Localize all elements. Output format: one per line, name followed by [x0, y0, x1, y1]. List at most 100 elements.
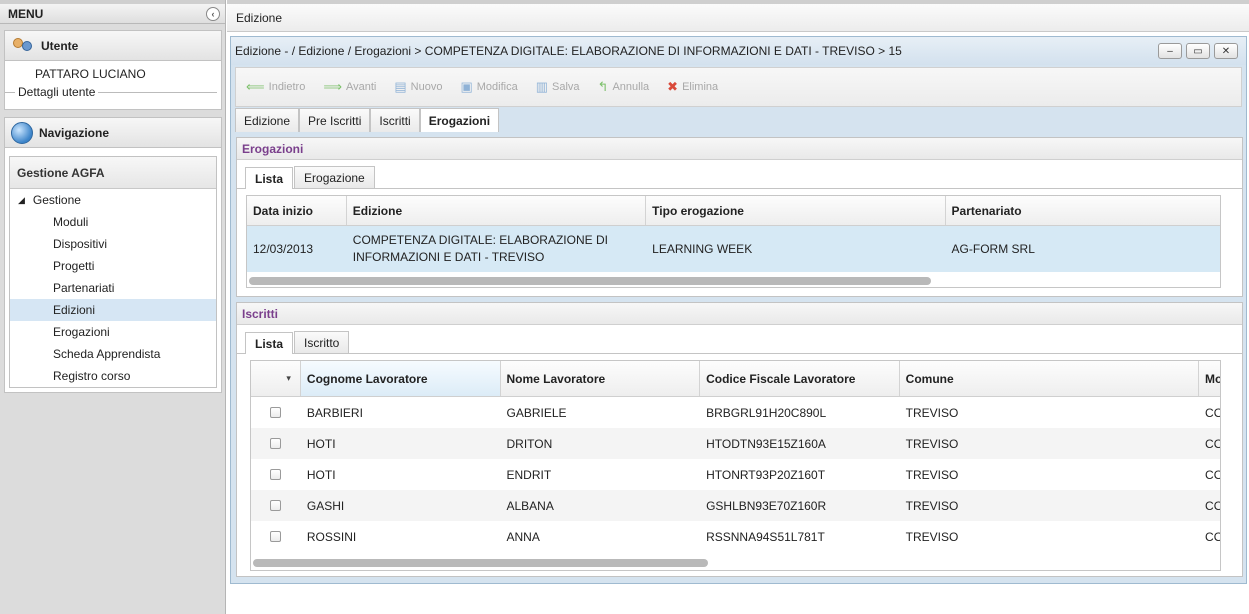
cell-cognome: HOTI: [306, 467, 336, 482]
col-cognome[interactable]: Cognome Lavoratore: [300, 361, 501, 396]
row-checkbox[interactable]: [270, 407, 282, 418]
navigation-panel-header[interactable]: Navigazione: [5, 118, 221, 148]
erogazioni-grid: Data inizio Edizione Tipo erogazione Par…: [246, 195, 1221, 288]
erogazioni-grid-header: Data inizio Edizione Tipo erogazione Par…: [247, 196, 1220, 226]
tree-item-scheda-apprendista[interactable]: Scheda Apprendista: [10, 343, 216, 365]
row-checkbox[interactable]: [270, 438, 282, 449]
minimize-button[interactable]: –: [1158, 43, 1182, 59]
expand-triangle-icon[interactable]: ◢: [18, 195, 25, 206]
arrow-left-icon: ⟸: [246, 79, 265, 94]
erogazioni-subtabs: Lista Erogazione: [237, 160, 1242, 189]
col-codice-fiscale[interactable]: Codice Fiscale Lavoratore: [700, 361, 900, 396]
cell-data-inizio: 12/03/2013: [253, 242, 314, 256]
nav-group-title: Gestione AGFA: [10, 157, 216, 189]
close-button[interactable]: ✕: [1214, 43, 1238, 59]
cell-extra: CO: [1205, 498, 1220, 513]
cell-comune: TREVISO: [905, 529, 959, 544]
tab-erogazioni[interactable]: Erogazioni: [419, 108, 500, 132]
tab-edizione-detail[interactable]: Edizione: [235, 108, 300, 132]
horizontal-scrollbar[interactable]: [253, 559, 708, 567]
row-checkbox[interactable]: [270, 531, 282, 542]
cell-edizione: COMPETENZA DIGITALE: ELABORAZIONE DI INF…: [347, 226, 646, 272]
save-button[interactable]: ▥ Salva: [536, 79, 580, 95]
user-panel: Utente PATTARO LUCIANO Dettagli utente: [4, 30, 222, 110]
col-partenariato[interactable]: Partenariato: [946, 196, 1220, 225]
collapse-icon[interactable]: ‹: [206, 6, 220, 21]
user-details-link[interactable]: Dettagli utente: [18, 85, 95, 99]
tree-node-gestione[interactable]: ◢ Gestione: [10, 189, 216, 211]
tab-erogazione[interactable]: Erogazione: [294, 166, 375, 188]
col-nome[interactable]: Nome Lavoratore: [501, 361, 701, 396]
navigation-tree: Gestione AGFA ◢ Gestione Moduli Disposit…: [9, 156, 217, 388]
arrow-right-icon: ⟹: [323, 79, 342, 94]
select-column-menu[interactable]: ▾: [251, 361, 301, 396]
edit-document-icon: ▣: [460, 79, 473, 94]
edit-button[interactable]: ▣ Modifica: [460, 79, 517, 95]
delete-x-icon: ✖: [667, 79, 679, 94]
row-checkbox[interactable]: [270, 500, 282, 511]
table-row[interactable]: GASHI ALBANA GSHLBN93E70Z160R TREVISO CO: [251, 490, 1220, 521]
user-name: PATTARO LUCIANO: [35, 67, 146, 81]
table-row[interactable]: BARBIERI GABRIELE BRBGRL91H20C890L TREVI…: [251, 397, 1220, 428]
tree-item-progetti[interactable]: Progetti: [10, 255, 216, 277]
cell-codice-fiscale: HTONRT93P20Z160T: [706, 467, 826, 482]
cell-partenariato: AG-FORM SRL: [951, 242, 1035, 256]
col-edizione[interactable]: Edizione: [347, 196, 647, 225]
tree-item-moduli[interactable]: Moduli: [10, 211, 216, 233]
menu-label: MENU: [8, 6, 44, 21]
cancel-button[interactable]: ↰ Annulla: [598, 79, 650, 95]
user-panel-title: Utente: [41, 38, 79, 53]
new-button[interactable]: ▤ Nuovo: [394, 79, 442, 95]
tab-lista[interactable]: Lista: [245, 167, 294, 189]
cell-comune: TREVISO: [905, 405, 959, 420]
col-comune[interactable]: Comune: [900, 361, 1200, 396]
tab-iscritti[interactable]: Iscritti: [370, 108, 420, 132]
main-area: Edizione Edizione - / Edizione / Erogazi…: [227, 0, 1249, 614]
user-panel-header[interactable]: Utente: [5, 31, 221, 61]
tree-item-edizioni[interactable]: Edizioni: [10, 299, 216, 321]
col-tipo-erogazione[interactable]: Tipo erogazione: [646, 196, 946, 225]
col-mo[interactable]: Mo: [1199, 361, 1220, 396]
tree-item-registro-corso[interactable]: Registro corso: [10, 365, 216, 387]
save-icon: ▥: [535, 79, 549, 94]
edit-label: Modifica: [476, 81, 518, 93]
maximize-button[interactable]: ▭: [1186, 43, 1210, 59]
cell-extra: CO: [1205, 529, 1220, 544]
main-tabs: Edizione Pre Iscritti Iscritti Erogazion…: [235, 108, 500, 132]
delete-button[interactable]: ✖ Elimina: [667, 79, 718, 95]
erogazioni-title: Erogazioni: [237, 138, 1242, 160]
tab-iscritto[interactable]: Iscritto: [294, 331, 350, 353]
tree-item-partenariati[interactable]: Partenariati: [10, 277, 216, 299]
tab-lista-iscritti[interactable]: Lista: [245, 332, 294, 354]
row-checkbox[interactable]: [270, 469, 282, 480]
delete-label: Elimina: [682, 81, 719, 93]
navigation-panel-title: Navigazione: [39, 125, 110, 140]
dropdown-arrow-icon: ▾: [286, 373, 291, 383]
tree-item-dispositivi[interactable]: Dispositivi: [10, 233, 216, 255]
iscritti-grid-header: ▾ Cognome Lavoratore Nome Lavoratore Cod…: [251, 361, 1220, 397]
cell-edizione-line1: COMPETENZA DIGITALE: ELABORAZIONE DI: [352, 233, 608, 247]
iscritti-section: Iscritti Lista Iscritto ▾ Cognome Lavora…: [236, 302, 1243, 577]
tree-item-erogazioni[interactable]: Erogazioni: [10, 321, 216, 343]
table-row[interactable]: HOTI DRITON HTODTN93E15Z160A TREVISO CO: [251, 428, 1220, 459]
save-label: Salva: [552, 81, 580, 93]
table-row[interactable]: ROSSINI ANNA RSSNNA94S51L781T TREVISO CO: [251, 521, 1220, 552]
horizontal-scrollbar[interactable]: [249, 277, 931, 285]
row-checkbox-cell: [251, 428, 301, 459]
cell-comune: TREVISO: [905, 498, 959, 513]
table-row[interactable]: 12/03/2013 COMPETENZA DIGITALE: ELABORAZ…: [247, 226, 1220, 272]
toolbar: ⟸ Indietro ⟹ Avanti ▤ Nuovo ▣ Modifica ▥ Salv…: [235, 67, 1242, 107]
table-row[interactable]: HOTI ENDRIT HTONRT93P20Z160T TREVISO CO: [251, 459, 1220, 490]
erogazioni-section: Erogazioni Lista Erogazione Data inizio …: [236, 137, 1243, 297]
window-title: Edizione - / Edizione / Erogazioni > COM…: [235, 44, 902, 58]
forward-button[interactable]: ⟹ Avanti: [323, 79, 376, 95]
col-data-inizio[interactable]: Data inizio: [247, 196, 347, 225]
undo-icon: ↰: [597, 79, 609, 94]
tab-edizione[interactable]: Edizione: [236, 11, 282, 25]
back-button[interactable]: ⟸ Indietro: [246, 79, 305, 95]
edit-window: Edizione - / Edizione / Erogazioni > COM…: [230, 36, 1247, 584]
cell-codice-fiscale: HTODTN93E15Z160A: [706, 436, 826, 451]
tab-pre-iscritti[interactable]: Pre Iscritti: [299, 108, 371, 132]
cell-codice-fiscale: BRBGRL91H20C890L: [706, 405, 827, 420]
cell-cognome: ROSSINI: [306, 529, 357, 544]
